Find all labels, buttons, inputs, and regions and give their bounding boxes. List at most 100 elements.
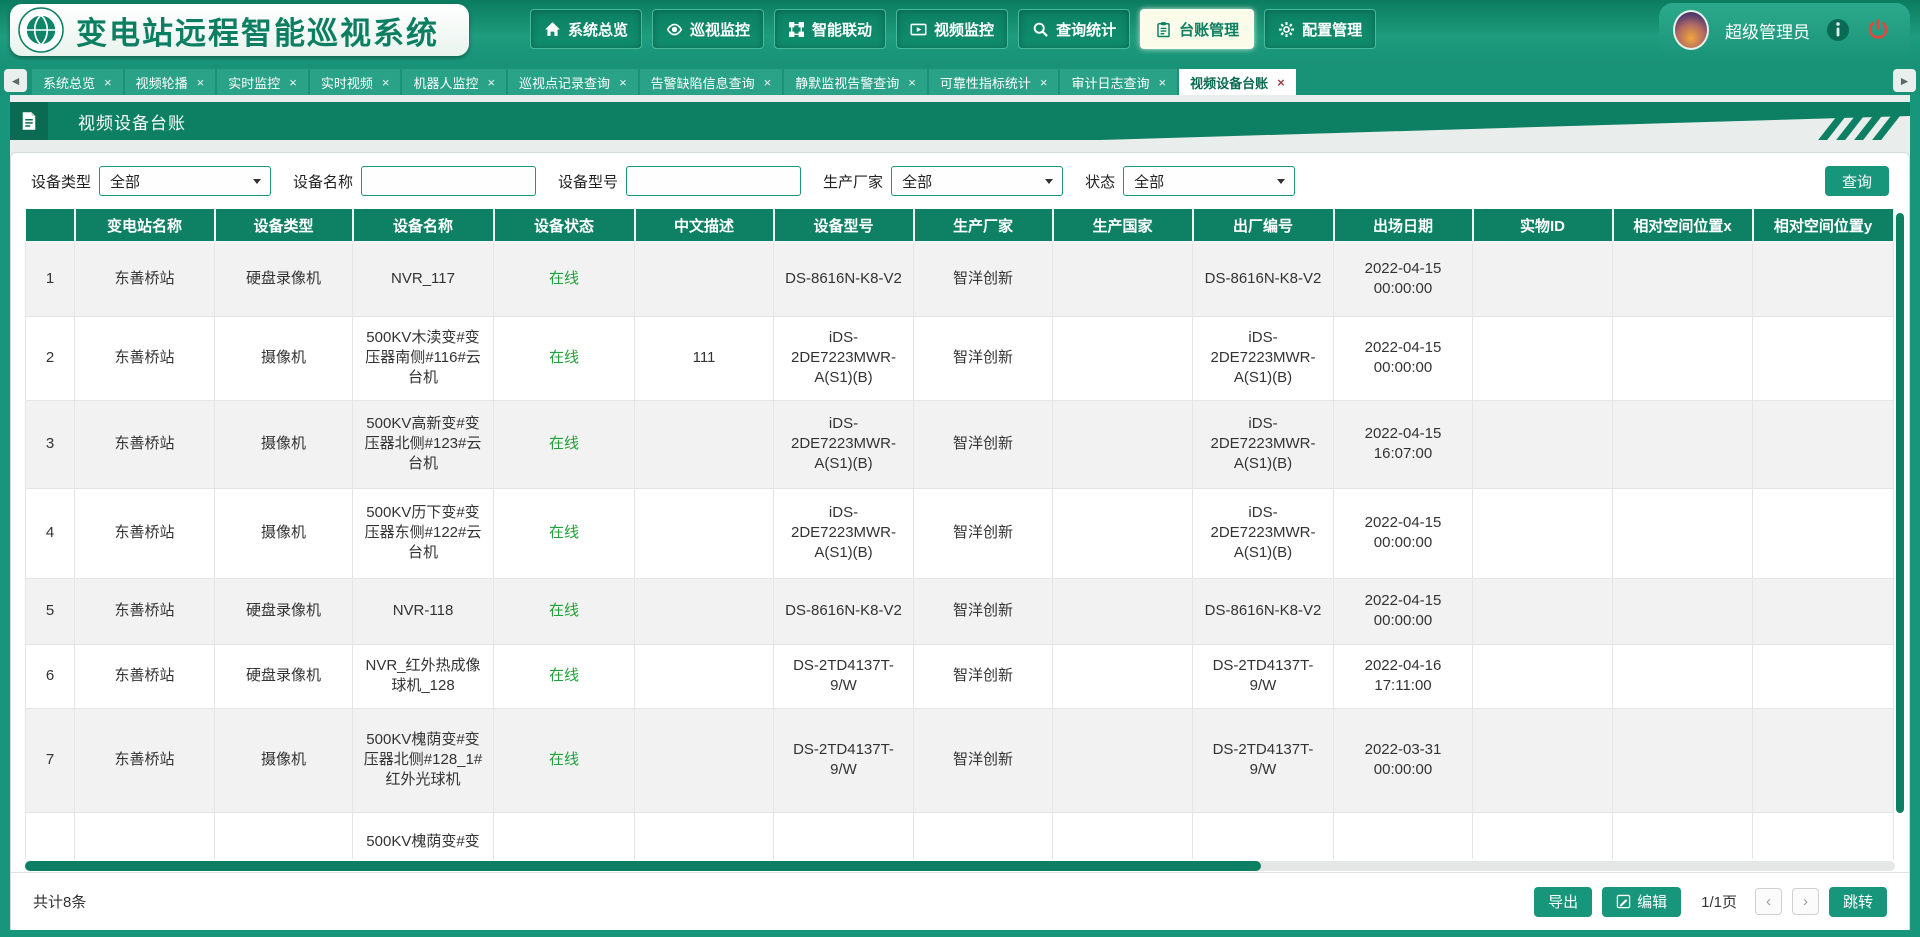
tab-label: 实时监控 xyxy=(228,73,280,92)
nav-button-system-overview[interactable]: 系统总览 xyxy=(530,9,642,49)
tab-close-icon[interactable]: × xyxy=(1159,75,1167,90)
device-table: 变电站名称设备类型设备名称设备状态中文描述设备型号生产厂家生产国家出厂编号出场日… xyxy=(25,209,1895,859)
tab-2[interactable]: 实时监控 × xyxy=(217,69,308,95)
info-icon[interactable] xyxy=(1826,18,1850,42)
next-page-button[interactable]: › xyxy=(1792,888,1819,915)
edit-button[interactable]: 编辑 xyxy=(1602,887,1681,917)
export-button[interactable]: 导出 xyxy=(1534,887,1592,917)
nav-button-ledger-management[interactable]: 台账管理 xyxy=(1140,9,1254,49)
tab-close-icon[interactable]: × xyxy=(1277,75,1285,90)
tab-scroll-right-icon[interactable]: ► xyxy=(1893,69,1916,92)
manufacturer-select[interactable]: 全部 xyxy=(891,166,1063,196)
table-cell: NVR_117 xyxy=(353,242,494,316)
tab-label: 视频设备台账 xyxy=(1190,73,1268,92)
vertical-scrollbar-thumb[interactable] xyxy=(1896,213,1904,813)
column-header: 设备状态 xyxy=(494,209,635,242)
tab-0[interactable]: 系统总览 × xyxy=(32,69,123,95)
table-row: 6东善桥站硬盘录像机NVR_红外热成像球机_128在线DS-2TD4137T-9… xyxy=(26,644,1894,708)
table-cell xyxy=(1753,644,1894,708)
table-cell: 2 xyxy=(26,316,75,400)
column-header: 设备型号 xyxy=(774,209,914,242)
table-cell: NVR_红外热成像球机_128 xyxy=(353,644,494,708)
table-cell: 智洋创新 xyxy=(914,708,1053,812)
chevron-left-icon: ‹ xyxy=(1766,893,1771,910)
tab-4[interactable]: 机器人监控 × xyxy=(402,69,506,95)
prev-page-button[interactable]: ‹ xyxy=(1755,888,1782,915)
table-cell: iDS-2DE7223MWR-A(S1)(B) xyxy=(1193,400,1334,488)
table-row: 1东善桥站硬盘录像机NVR_117在线DS-8616N-K8-V2智洋创新DS-… xyxy=(26,242,1894,316)
tab-label: 可靠性指标统计 xyxy=(940,73,1031,92)
tab-5[interactable]: 巡视点记录查询 × xyxy=(508,69,638,95)
footer-actions: 导出 编辑 1/1页 ‹ › 跳转 xyxy=(1534,887,1887,917)
table-cell xyxy=(774,812,914,859)
nav-label: 智能联动 xyxy=(812,19,872,40)
status-cell: 在线 xyxy=(494,644,635,708)
table-cell: 智洋创新 xyxy=(914,400,1053,488)
table-cell: DS-2TD4137T-9/W xyxy=(1193,708,1334,812)
table-cell: 500KV木渎变#变压器南侧#116#云台机 xyxy=(353,316,494,400)
tab-close-icon[interactable]: × xyxy=(487,75,495,90)
tab-8[interactable]: 可靠性指标统计 × xyxy=(929,69,1059,95)
table-cell: 2022-04-15 00:00:00 xyxy=(1334,316,1473,400)
table-cell xyxy=(1613,644,1753,708)
table-cell: DS-2TD4137T-9/W xyxy=(774,644,914,708)
nav-label: 查询统计 xyxy=(1056,19,1116,40)
tab-7[interactable]: 静默监视告警查询× xyxy=(784,69,927,95)
table-cell: 智洋创新 xyxy=(914,316,1053,400)
table-row: 2东善桥站摄像机500KV木渎变#变压器南侧#116#云台机在线111iDS-2… xyxy=(26,316,1894,400)
tab-6[interactable]: 告警缺陷信息查询× xyxy=(640,69,783,95)
table-row: 5东善桥站硬盘录像机NVR-118在线DS-8616N-K8-V2智洋创新DS-… xyxy=(26,578,1894,644)
device-name-input[interactable] xyxy=(361,166,536,196)
tab-close-icon[interactable]: × xyxy=(1040,75,1048,90)
tab-close-icon[interactable]: × xyxy=(382,75,390,90)
tab-1[interactable]: 视频轮播× xyxy=(125,69,216,95)
tab-close-icon[interactable]: × xyxy=(197,75,205,90)
device-model-input[interactable] xyxy=(626,166,801,196)
tab-close-icon[interactable]: × xyxy=(619,75,627,90)
status-cell: 在线 xyxy=(494,578,635,644)
tab-label: 机器人监控 xyxy=(413,73,478,92)
edit-button-label: 编辑 xyxy=(1637,891,1667,912)
table-cell: 7 xyxy=(26,708,75,812)
tab-3[interactable]: 实时视频× xyxy=(310,69,401,95)
status-select[interactable]: 全部 xyxy=(1123,166,1295,196)
jump-button[interactable]: 跳转 xyxy=(1829,887,1887,917)
nav-button-smart-linkage[interactable]: 智能联动 xyxy=(774,9,886,49)
tab-10[interactable]: 视频设备台账 × xyxy=(1179,69,1296,95)
nav-button-config-management[interactable]: 配置管理 xyxy=(1264,9,1376,49)
power-icon[interactable] xyxy=(1866,18,1890,42)
table-cell xyxy=(1053,812,1193,859)
table-cell xyxy=(1053,316,1193,400)
tab-9[interactable]: 审计日志查询× xyxy=(1060,69,1177,95)
nav-button-inspection-monitor[interactable]: 巡视监控 xyxy=(652,9,764,49)
device-type-select[interactable]: 全部 xyxy=(99,166,271,196)
nav-button-query-stats[interactable]: 查询统计 xyxy=(1018,9,1130,49)
table-cell xyxy=(1753,578,1894,644)
tab-close-icon[interactable]: × xyxy=(764,75,772,90)
tab-label: 系统总览 xyxy=(43,73,95,92)
table-cell: iDS-2DE7223MWR-A(S1)(B) xyxy=(774,488,914,578)
table-cell: 智洋创新 xyxy=(914,644,1053,708)
query-button[interactable]: 查询 xyxy=(1825,166,1889,196)
table-cell: 2022-04-15 00:00:00 xyxy=(1334,578,1473,644)
tab-close-icon[interactable]: × xyxy=(104,75,112,90)
table-cell xyxy=(1753,316,1894,400)
table-cell xyxy=(635,812,774,859)
document-icon xyxy=(10,102,48,140)
tab-scroll-left-icon[interactable]: ◄ xyxy=(4,69,27,92)
tab-close-icon[interactable]: × xyxy=(908,75,916,90)
titlebar-stripes-decor xyxy=(1833,102,1896,140)
table-cell xyxy=(1613,316,1753,400)
nav-button-video-monitor[interactable]: 视频监控 xyxy=(896,9,1008,49)
table-cell xyxy=(1473,578,1613,644)
user-avatar[interactable] xyxy=(1673,10,1709,50)
column-header: 生产国家 xyxy=(1053,209,1193,242)
table-cell: 东善桥站 xyxy=(75,242,215,316)
tab-label: 巡视点记录查询 xyxy=(519,73,610,92)
table-cell xyxy=(1613,242,1753,316)
table-cell: 智洋创新 xyxy=(914,488,1053,578)
horizontal-scrollbar-thumb[interactable] xyxy=(25,861,1261,871)
tab-close-icon[interactable]: × xyxy=(289,75,297,90)
table-cell: iDS-2DE7223MWR-A(S1)(B) xyxy=(1193,488,1334,578)
table-cell: 2022-04-16 17:11:00 xyxy=(1334,644,1473,708)
